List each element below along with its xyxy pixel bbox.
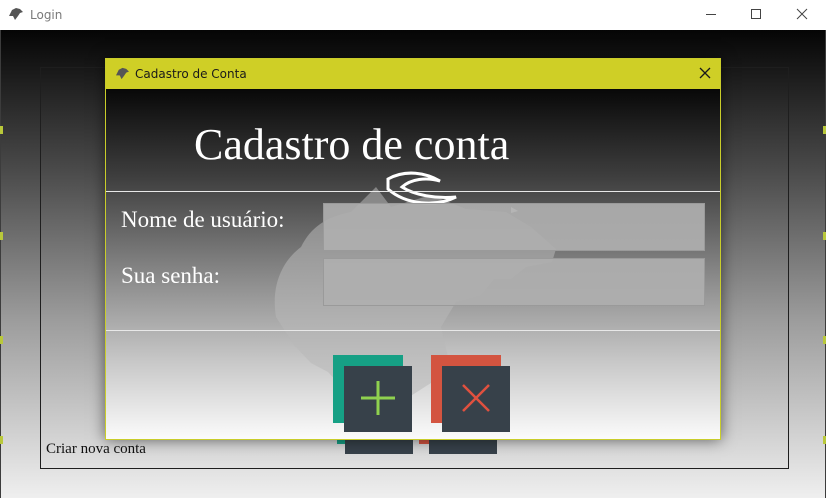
- plus-icon: [359, 379, 397, 420]
- edge-tick: [0, 436, 3, 444]
- maximize-icon: [750, 8, 762, 23]
- edge-tick: [0, 126, 3, 134]
- divider: [106, 191, 720, 192]
- maximize-button[interactable]: [733, 0, 779, 30]
- page-title: Cadastro de conta: [194, 120, 510, 169]
- minimize-button[interactable]: [688, 0, 734, 30]
- dialog-body: Cadastro de conta Nome de usuário: Sua s…: [106, 89, 720, 439]
- minimize-icon: [705, 8, 717, 23]
- wolf-logo-icon: [115, 67, 130, 83]
- add-button[interactable]: [344, 366, 412, 432]
- background-cancel-button[interactable]: [429, 438, 497, 454]
- window-titlebar: Login: [0, 0, 826, 30]
- background-add-button[interactable]: [345, 438, 413, 454]
- dialog-close-button[interactable]: [690, 59, 720, 89]
- edge-tick: [0, 336, 3, 344]
- password-label: Sua senha:: [121, 263, 221, 288]
- password-input[interactable]: [323, 258, 705, 306]
- dialog-titlebar: Cadastro de Conta: [106, 59, 720, 89]
- close-icon: [699, 67, 711, 82]
- dialog-title: Cadastro de Conta: [135, 67, 247, 81]
- close-icon: [796, 8, 808, 23]
- account-dialog: Cadastro de Conta Cadastro de conta Nome…: [105, 58, 721, 440]
- username-label: Nome de usuário:: [121, 207, 285, 232]
- x-icon: [461, 383, 491, 416]
- window-title: Login: [30, 8, 63, 22]
- create-account-link[interactable]: Criar nova conta: [46, 441, 146, 458]
- window-close-button[interactable]: [779, 0, 825, 30]
- username-input[interactable]: [323, 203, 705, 251]
- wolf-logo-icon: [8, 7, 24, 24]
- edge-tick: [0, 232, 3, 240]
- cancel-button[interactable]: [442, 366, 510, 432]
- divider: [106, 330, 720, 331]
